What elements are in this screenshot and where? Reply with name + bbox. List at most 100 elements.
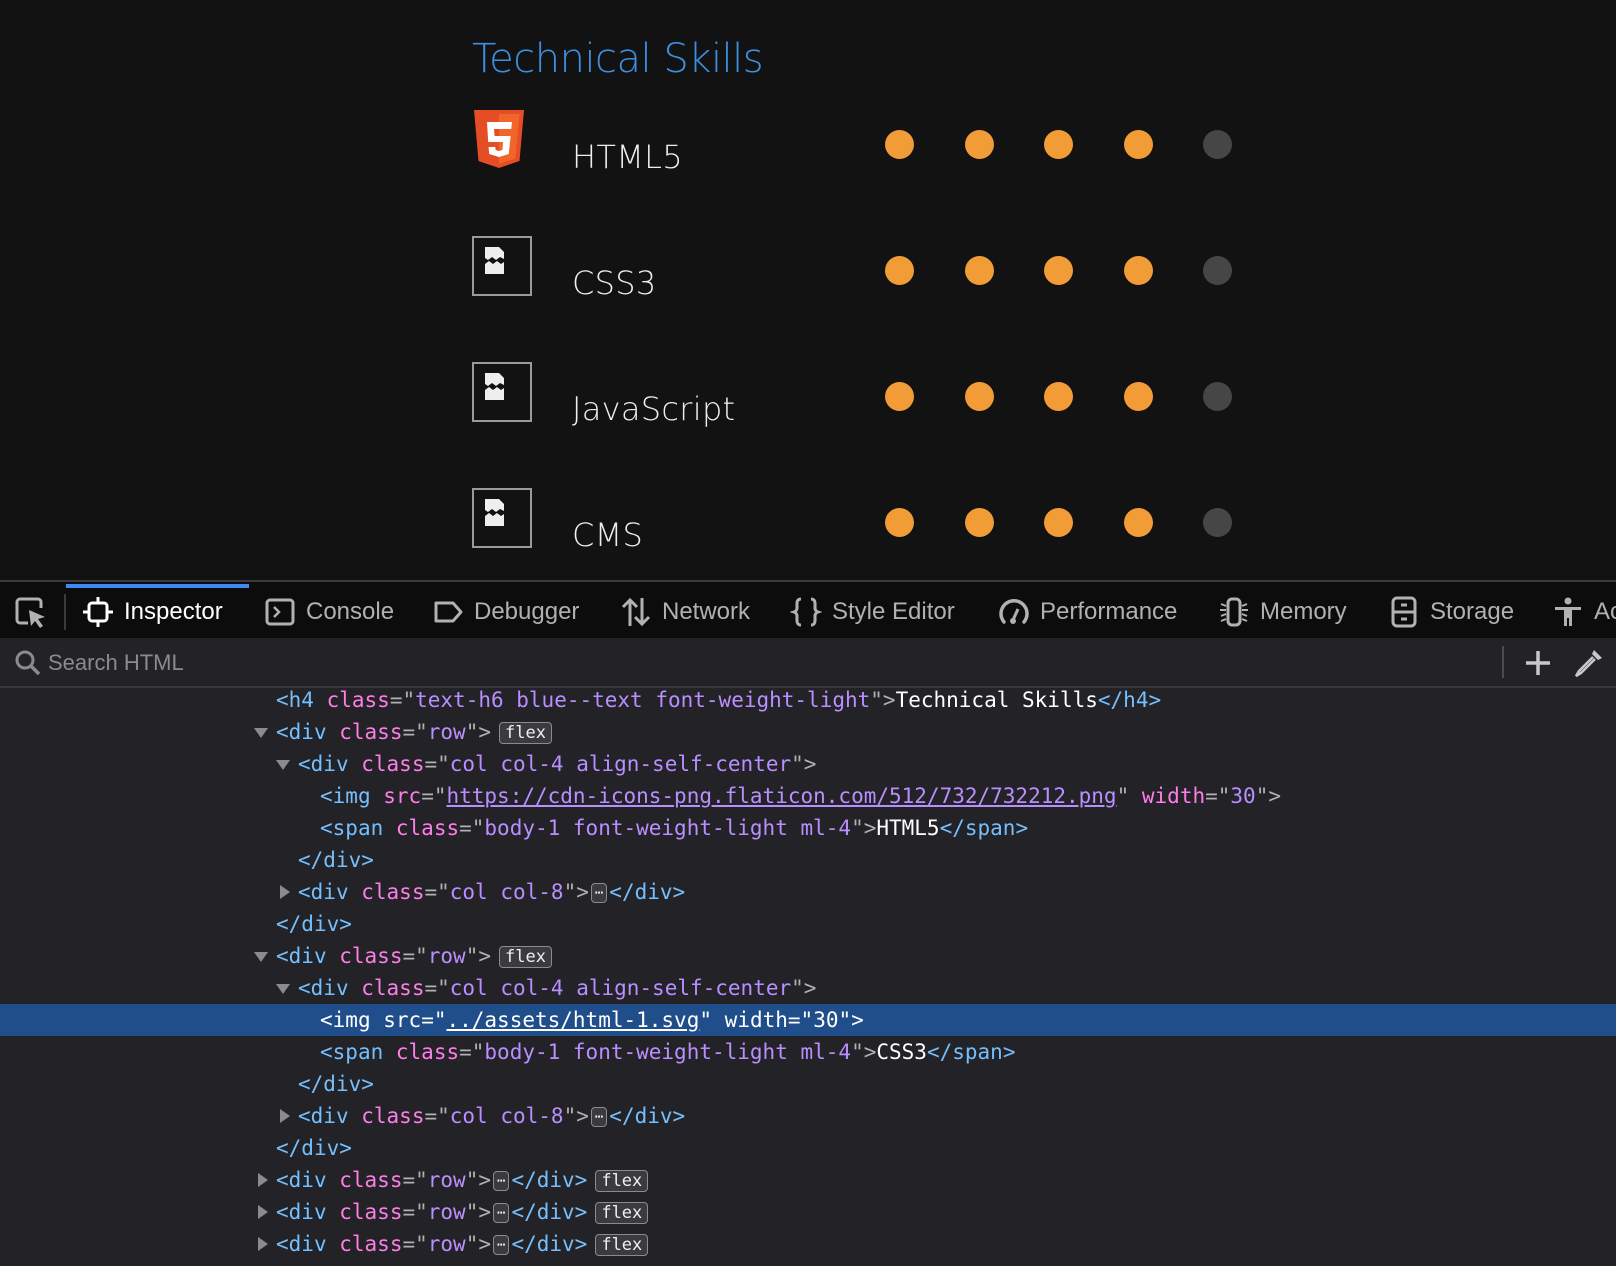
expand-toggle[interactable] — [258, 1237, 268, 1251]
tab-label: Ac — [1594, 598, 1616, 625]
tree-node[interactable]: <div class="row"> ⋯ </div> flex — [0, 1164, 1616, 1196]
tree-node[interactable]: <h4 class="text-h6 blue--text font-weigh… — [0, 684, 1616, 716]
expand-toggle[interactable] — [280, 885, 290, 899]
tab-memory[interactable]: Memory — [1218, 590, 1347, 634]
skill-label: JavaScript — [572, 390, 736, 428]
rating-dot-empty — [1203, 382, 1232, 411]
flex-badge[interactable]: flex — [499, 722, 552, 744]
tab-storage[interactable]: Storage — [1388, 590, 1514, 634]
tab-inspector[interactable]: Inspector — [82, 590, 223, 634]
tab-label: Style Editor — [832, 598, 955, 625]
element-picker-icon — [15, 597, 45, 628]
flex-badge[interactable]: flex — [595, 1202, 649, 1224]
search-bar — [0, 638, 1616, 688]
src-link[interactable]: https://cdn-icons-png.flaticon.com/512/7… — [446, 784, 1116, 808]
tab-style-editor[interactable]: Style Editor — [790, 590, 955, 634]
rating-dot-filled — [1123, 508, 1153, 537]
html5-logo-icon — [472, 110, 532, 170]
collapsed-children-button[interactable]: ⋯ — [493, 1235, 510, 1255]
tree-node[interactable]: <div class="row"> flex — [0, 716, 1616, 748]
devtools-panel: Inspector Console Debugger Network Style… — [0, 580, 1616, 1266]
broken-image-icon — [472, 236, 532, 296]
search-html-input[interactable] — [46, 646, 1450, 680]
tab-label: Performance — [1040, 598, 1178, 625]
tab-label: Network — [662, 598, 751, 625]
tab-console[interactable]: Console — [264, 590, 394, 634]
collapsed-children-button[interactable]: ⋯ — [493, 1203, 510, 1223]
skill-row: CSS3 — [472, 236, 1272, 306]
eyedropper-button[interactable] — [1570, 646, 1606, 680]
active-tab-indicator — [66, 584, 249, 588]
skill-row: HTML5 — [472, 110, 1272, 180]
flex-badge[interactable]: flex — [595, 1234, 649, 1256]
expand-toggle[interactable] — [276, 984, 290, 994]
rating-dot-filled — [885, 382, 914, 411]
skill-label: CMS — [572, 516, 644, 554]
expand-toggle[interactable] — [280, 1109, 290, 1123]
rating-dot-filled — [885, 130, 914, 159]
tree-node[interactable]: <span class="body-1 font-weight-light ml… — [0, 1036, 1616, 1068]
tree-node[interactable]: </div> — [0, 1068, 1616, 1100]
tab-debugger[interactable]: Debugger — [432, 590, 579, 634]
element-picker-button[interactable] — [14, 596, 48, 630]
devtools-tabbar: Inspector Console Debugger Network Style… — [0, 580, 1616, 638]
inspector-icon — [83, 597, 113, 627]
tab-network[interactable]: Network — [620, 590, 750, 634]
tree-node[interactable]: <span class="body-1 font-weight-light ml… — [0, 812, 1616, 844]
tree-node[interactable]: <div class="col col-4 align-self-center"… — [0, 748, 1616, 780]
collapsed-children-button[interactable]: ⋯ — [493, 1171, 510, 1191]
eyedropper-icon — [1574, 650, 1602, 678]
broken-image-icon — [472, 488, 532, 548]
rating-dot-filled — [1123, 130, 1153, 159]
tab-label: Storage — [1430, 598, 1515, 625]
src-link[interactable]: ../assets/html-1.svg — [446, 1008, 699, 1032]
rating-dot-empty — [1203, 508, 1232, 537]
rating-dot-filled — [1044, 508, 1073, 537]
rating-dot-empty — [1203, 256, 1232, 285]
tree-node[interactable]: <div class="row"> flex — [0, 940, 1616, 972]
rating-dot-filled — [1044, 130, 1073, 159]
tree-node-selected[interactable]: <img src="../assets/html-1.svg" width="3… — [0, 1004, 1616, 1036]
debugger-icon — [434, 601, 463, 623]
rating-dot-filled — [885, 508, 914, 537]
tree-node[interactable]: <img src="https://cdn-icons-png.flaticon… — [0, 780, 1616, 812]
rating-dot-filled — [964, 508, 994, 537]
tree-node[interactable]: </div> — [0, 844, 1616, 876]
tab-label: Inspector — [124, 598, 223, 625]
tree-node[interactable]: <div class="row"> ⋯ </div> flex — [0, 1228, 1616, 1260]
style-editor-icon — [790, 597, 822, 627]
markup-tree: <h4 class="text-h6 blue--text font-weigh… — [0, 688, 1616, 1266]
rating-dot-filled — [885, 256, 914, 285]
collapsed-children-button[interactable]: ⋯ — [590, 1107, 608, 1127]
expand-toggle[interactable] — [258, 1205, 268, 1219]
tab-label: Memory — [1260, 598, 1347, 625]
searchbar-separator — [1502, 646, 1504, 678]
tree-node[interactable]: <div class="col col-4 align-self-center"… — [0, 972, 1616, 1004]
tree-node[interactable]: </div> — [0, 1132, 1616, 1164]
rating-dot-empty — [1203, 130, 1232, 159]
expand-toggle[interactable] — [254, 728, 268, 738]
flex-badge[interactable]: flex — [499, 946, 552, 968]
rating-dot-filled — [1123, 382, 1153, 411]
rating-dot-filled — [1044, 382, 1073, 411]
skill-row: CMS — [472, 488, 1272, 558]
rating-dot-filled — [1044, 256, 1073, 285]
page-viewport: Technical Skills HTML5 CSS3 JavaScript C… — [0, 0, 1616, 580]
add-node-button[interactable] — [1520, 646, 1556, 680]
skill-row: JavaScript — [472, 362, 1272, 432]
tree-node[interactable]: <div class="col col-8"> ⋯ </div> — [0, 1100, 1616, 1132]
tree-node[interactable]: <div class="col col-8"> ⋯ </div> — [0, 876, 1616, 908]
tree-node[interactable]: </div> — [0, 908, 1616, 940]
collapsed-children-button[interactable]: ⋯ — [590, 883, 608, 903]
expand-toggle[interactable] — [276, 760, 290, 770]
tree-node[interactable]: <div class="row"> ⋯ </div> flex — [0, 1196, 1616, 1228]
expand-toggle[interactable] — [254, 952, 268, 962]
tab-accessibility[interactable]: Ac — [1552, 590, 1616, 634]
performance-icon — [999, 598, 1029, 624]
broken-image-icon — [472, 362, 532, 422]
expand-toggle[interactable] — [258, 1173, 268, 1187]
flex-badge[interactable]: flex — [595, 1170, 649, 1192]
plus-icon — [1526, 651, 1550, 675]
tab-performance[interactable]: Performance — [998, 590, 1177, 634]
search-icon — [15, 650, 41, 676]
